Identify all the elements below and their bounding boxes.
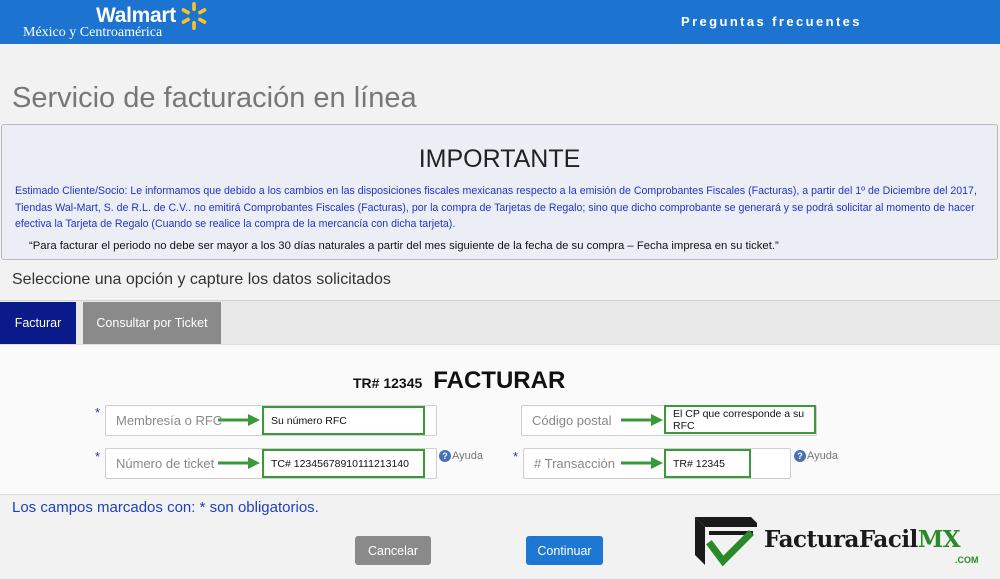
top-header: Walmart México y Centroamérica Preguntas…	[0, 0, 1000, 44]
spark-icon	[181, 2, 207, 30]
arrow-right-icon	[621, 414, 663, 426]
help-transaction[interactable]: ? Ayuda	[794, 450, 838, 462]
ticket-number-hint: TC# 12345678910111213140	[262, 449, 425, 478]
transaction-hint: TR# 12345	[664, 449, 751, 478]
form-title: FACTURAR	[433, 367, 566, 394]
facturafacil-watermark: FacturaFacilMX .COM	[693, 515, 993, 571]
help-icon: ?	[794, 450, 806, 462]
required-mark: *	[95, 449, 101, 464]
important-notice: IMPORTANTE Estimado Cliente/Socio: Le in…	[1, 124, 998, 260]
arrow-right-icon	[218, 457, 260, 469]
required-mark: *	[95, 405, 101, 420]
help-icon: ?	[439, 450, 451, 462]
required-mark: *	[513, 449, 519, 464]
help-label: Ayuda	[452, 450, 483, 462]
notice-quote: “Para facturar el periodo no debe ser ma…	[29, 240, 779, 252]
tab-bar: Facturar Consultar por Ticket	[0, 300, 1000, 344]
brand-text: FacturaFacilMX	[764, 526, 961, 553]
form-heading: TR# 12345 FACTURAR	[353, 367, 565, 395]
brand-domain: .COM	[955, 555, 979, 565]
cancel-button[interactable]: Cancelar	[355, 536, 431, 565]
document-check-icon	[695, 517, 757, 567]
required-fields-note: Los campos marcados con: * son obligator…	[12, 499, 319, 516]
arrow-right-icon	[218, 414, 260, 426]
arrow-right-icon	[621, 457, 663, 469]
transaction-label: TR# 12345	[353, 375, 423, 391]
rfc-hint: Su número RFC	[262, 406, 425, 435]
instructions-text: Seleccione una opción y capture los dato…	[12, 271, 391, 288]
tab-facturar[interactable]: Facturar	[0, 302, 76, 344]
continue-button[interactable]: Continuar	[526, 536, 603, 565]
help-label: Ayuda	[807, 450, 838, 462]
help-ticket[interactable]: ? Ayuda	[439, 450, 483, 462]
tab-consultar-ticket[interactable]: Consultar por Ticket	[83, 302, 221, 344]
faq-link[interactable]: Preguntas frecuentes	[681, 14, 862, 29]
postal-code-hint: El CP que corresponde a su RFC	[664, 405, 816, 434]
brand-subtitle: México y Centroamérica	[23, 25, 163, 40]
notice-heading: IMPORTANTE	[418, 145, 581, 173]
notice-body: Estimado Cliente/Socio: Le informamos qu…	[15, 185, 977, 230]
page-title: Servicio de facturación en línea	[12, 82, 417, 114]
